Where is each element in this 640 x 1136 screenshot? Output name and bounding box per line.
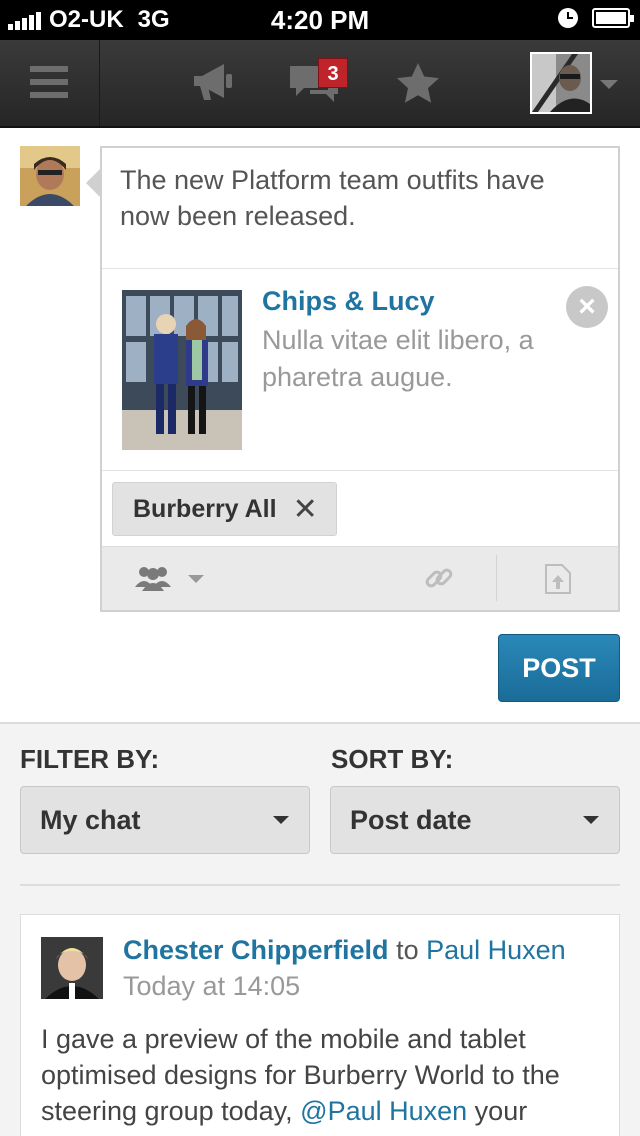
star-icon[interactable] [394,60,442,108]
top-navbar: 3 [0,40,640,128]
menu-icon [30,66,68,98]
chat-notification-badge: 3 [318,58,348,88]
post-author-avatar[interactable] [41,937,103,999]
post-author-link[interactable]: Chester Chipperfield [123,935,389,965]
user-avatar[interactable] [530,52,592,114]
upload-icon[interactable] [544,563,572,595]
group-icon[interactable] [134,565,172,591]
chevron-down-icon[interactable] [600,80,618,89]
filter-label: FILTER BY: [20,744,160,774]
feed-section: FILTER BY: SORT BY: My chat Post date Ch… [0,722,640,1136]
status-right [558,8,634,28]
toolbar-separator [496,555,497,601]
remove-tag-icon[interactable]: ✕ [293,492,318,527]
link-icon[interactable] [424,563,454,593]
feed-post: Chester Chipperfield to Paul Huxen Today… [20,914,620,1136]
post-button[interactable]: POST [498,634,620,702]
post-recipient-link[interactable]: Paul Huxen [426,935,566,965]
composer-pointer [86,168,101,198]
composer-textarea[interactable]: The new Platform team outfits have now b… [120,162,600,234]
sort-select-value: Post date [350,805,472,835]
divider [102,470,618,471]
status-time: 4:20 PM [270,5,370,35]
composer-avatar-image [20,146,80,206]
alarm-clock-icon [558,8,578,28]
post-composer: The new Platform team outfits have now b… [100,146,620,612]
divider [102,268,618,269]
close-icon: × [578,290,596,323]
megaphone-icon[interactable] [190,62,236,104]
post-to-word: to [396,935,419,965]
post-timestamp: Today at 14:05 [123,971,301,1001]
audience-tag-label: Burberry All [133,494,277,523]
filter-select[interactable]: My chat [20,786,310,854]
post-header: Chester Chipperfield to Paul Huxen [123,935,566,966]
chevron-down-icon [273,816,289,824]
menu-button[interactable] [0,40,100,126]
composer-toolbar [102,546,618,610]
mention-link[interactable]: @Paul Huxen [300,1096,467,1126]
composer-avatar [20,146,80,206]
post-body: I gave a preview of the mobile and table… [41,1021,611,1129]
audience-tag: Burberry All ✕ [112,482,337,536]
attachment-title[interactable]: Chips & Lucy [262,286,435,317]
chevron-down-icon[interactable] [188,575,204,583]
status-bar: O2-UK 3G 4:20 PM [0,0,640,40]
sort-select[interactable]: Post date [330,786,620,854]
user-avatar-image [532,54,590,112]
filter-select-value: My chat [40,805,141,835]
attachment-image [122,290,242,450]
remove-attachment-button[interactable]: × [566,286,608,328]
battery-icon [592,8,634,28]
chevron-down-icon [583,816,599,824]
sort-label: SORT BY: [331,744,454,774]
divider [20,884,620,886]
attachment-description: Nulla vitae elit libero, a pharetra augu… [262,325,534,392]
post-body-text-cont: your [467,1096,528,1126]
